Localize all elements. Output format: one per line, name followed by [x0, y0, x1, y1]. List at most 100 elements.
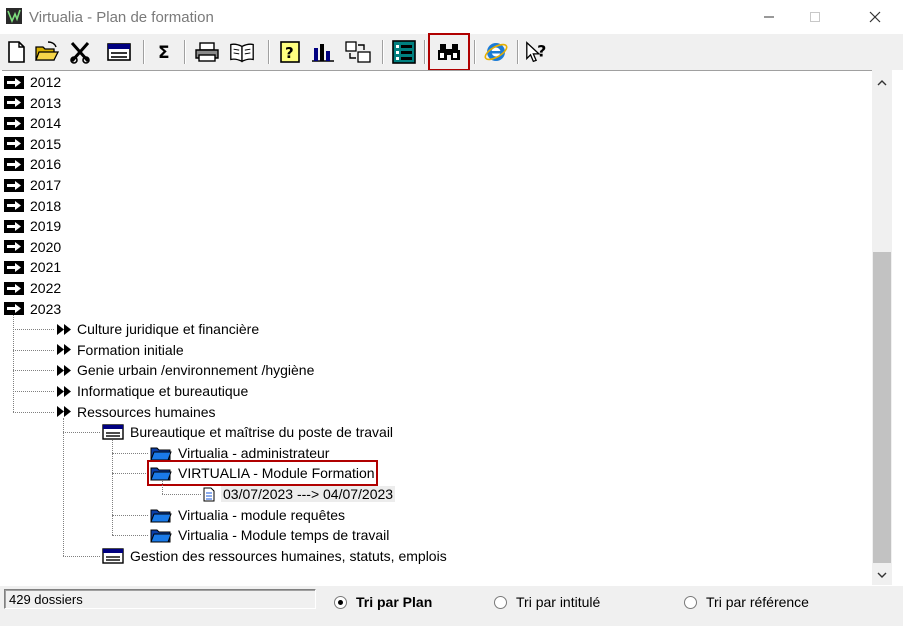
- year-arrow-icon: [4, 178, 24, 192]
- tree-year-item[interactable]: 2017: [4, 175, 61, 195]
- tree-connector: [112, 515, 148, 516]
- close-button[interactable]: [852, 4, 898, 30]
- open-folder-icon[interactable]: [33, 37, 61, 67]
- tree-year-item-label: 2023: [30, 300, 62, 317]
- tree-year-item-label: 2014: [30, 115, 62, 132]
- vertical-scrollbar[interactable]: [872, 70, 892, 585]
- svg-text:Σ: Σ: [158, 43, 170, 63]
- scroll-down-icon[interactable]: [872, 565, 892, 585]
- sort-by-plan-radio[interactable]: Tri par Plan: [334, 594, 432, 610]
- folder-open-icon: [150, 507, 172, 523]
- tree-session-item-label: 03/07/2023 ---> 04/07/2023: [221, 486, 396, 502]
- tree-connector: [13, 370, 54, 371]
- book-icon[interactable]: [228, 37, 256, 67]
- tree-connector: [63, 556, 100, 557]
- year-arrow-icon: [4, 137, 24, 151]
- tree-year-item-label: 2012: [30, 74, 62, 90]
- scroll-up-icon[interactable]: [872, 72, 892, 92]
- transfer-icon[interactable]: [344, 37, 372, 67]
- window-icon: [102, 548, 124, 564]
- tree-group-item[interactable]: Gestion des ressources humaines, statuts…: [102, 546, 447, 566]
- new-document-icon[interactable]: [2, 37, 30, 67]
- tree-year-item[interactable]: 2014: [4, 113, 61, 133]
- window-icon[interactable]: [105, 37, 133, 67]
- help-icon[interactable]: ?: [276, 37, 304, 67]
- tree-year-item[interactable]: 2018: [4, 196, 61, 216]
- folder-open-icon: [150, 445, 172, 461]
- svg-text:?: ?: [285, 44, 294, 62]
- window-title: Virtualia - Plan de formation: [29, 9, 214, 26]
- folder-open-icon: [150, 527, 172, 543]
- tree-connector: [162, 481, 163, 494]
- toolbar-separator: [382, 40, 384, 64]
- year-arrow-icon: [4, 219, 24, 233]
- maximize-button[interactable]: [792, 4, 838, 30]
- title-bar: Virtualia - Plan de formation: [0, 0, 903, 34]
- tree-group-item[interactable]: Bureautique et maîtrise du poste de trav…: [102, 422, 393, 442]
- tree-domain-item-label: Informatique et bureautique: [77, 383, 249, 399]
- tree-year-item[interactable]: 2016: [4, 154, 61, 174]
- list-icon[interactable]: [390, 37, 418, 67]
- tree-domain-item-label: Culture juridique et financière: [77, 321, 260, 338]
- year-arrow-icon: [4, 199, 24, 213]
- sum-icon[interactable]: Σ: [150, 37, 178, 67]
- tree-year-item[interactable]: 2015: [4, 134, 61, 154]
- fast-forward-icon: [57, 323, 71, 335]
- tree-group-item-label: Bureautique et maîtrise du poste de trav…: [130, 424, 394, 441]
- toolbar: Σ ? ?: [0, 33, 903, 71]
- tree-group-item-label: Gestion des ressources humaines, statuts…: [130, 547, 447, 564]
- toolbar-separator: [143, 40, 145, 64]
- fast-forward-icon: [57, 364, 71, 376]
- sort-by-reference-label: Tri par référence: [706, 594, 809, 610]
- tree-connector: [112, 440, 113, 515]
- tree-year-item-label: 2017: [30, 177, 62, 193]
- tree-year-item-label: 2021: [30, 259, 62, 276]
- tree-year-item[interactable]: 2022: [4, 278, 61, 298]
- tree-module-item[interactable]: Virtualia - module requêtes: [150, 505, 345, 525]
- tree-domain-item[interactable]: Genie urbain /environnement /hygiène: [57, 360, 314, 380]
- sort-by-plan-label: Tri par Plan: [356, 594, 433, 610]
- tree-module-item[interactable]: Virtualia - Module temps de travail: [150, 525, 389, 545]
- tree-module-item[interactable]: VIRTUALIA - Module Formation: [147, 460, 378, 487]
- context-help-icon[interactable]: ?: [524, 37, 552, 67]
- tree-connector: [13, 412, 54, 413]
- tree-year-item[interactable]: 2020: [4, 237, 61, 257]
- tree-year-item[interactable]: 2019: [4, 216, 61, 236]
- formation-plan-tree[interactable]: 2012 2013 2014 2015 2016 2017 2018 2019 2020 2021…: [2, 70, 872, 586]
- year-arrow-icon: [4, 302, 24, 316]
- tree-domain-item-label: Genie urbain /environnement /hygiène: [77, 362, 315, 379]
- year-arrow-icon: [4, 260, 24, 274]
- delete-icon[interactable]: [66, 37, 94, 67]
- scrollbar-thumb[interactable]: [873, 252, 891, 563]
- toolbar-separator: [184, 40, 186, 64]
- tree-year-item[interactable]: 2012: [4, 72, 61, 92]
- tree-domain-item[interactable]: Formation initiale: [57, 340, 184, 360]
- minimize-button[interactable]: [746, 4, 792, 30]
- tree-module-item-label: Virtualia - administrateur: [178, 444, 330, 461]
- virtualia-app-icon[interactable]: [6, 8, 22, 24]
- tree-year-item[interactable]: 2021: [4, 257, 61, 277]
- radio-unselected-icon: [494, 595, 507, 609]
- internet-explorer-icon[interactable]: [482, 37, 510, 67]
- tree-module-item[interactable]: Virtualia - administrateur: [150, 443, 329, 463]
- tree-domain-item-label: Ressources humaines: [77, 403, 216, 420]
- toolbar-separator: [517, 40, 519, 64]
- binoculars-icon[interactable]: [428, 33, 470, 71]
- tree-domain-item[interactable]: Ressources humaines: [57, 402, 216, 422]
- printer-icon[interactable]: [193, 37, 221, 67]
- tree-connector: [162, 494, 201, 495]
- tree-domain-item-label: Formation initiale: [77, 341, 184, 358]
- year-arrow-icon: [4, 281, 24, 295]
- toolbar-separator: [474, 40, 476, 64]
- fast-forward-icon: [57, 406, 71, 418]
- year-arrow-icon: [4, 157, 24, 171]
- chart-icon[interactable]: [309, 37, 337, 67]
- tree-session-item[interactable]: 03/07/2023 ---> 04/07/2023: [203, 484, 396, 504]
- record-count: 429 dossiers: [4, 589, 316, 609]
- tree-domain-item[interactable]: Informatique et bureautique: [57, 381, 248, 401]
- tree-domain-item[interactable]: Culture juridique et financière: [57, 319, 259, 339]
- tree-year-item[interactable]: 2013: [4, 93, 61, 113]
- document-icon: [203, 487, 215, 502]
- sort-by-reference-radio[interactable]: Tri par référence: [684, 594, 809, 610]
- sort-by-title-radio[interactable]: Tri par intitulé: [494, 594, 600, 610]
